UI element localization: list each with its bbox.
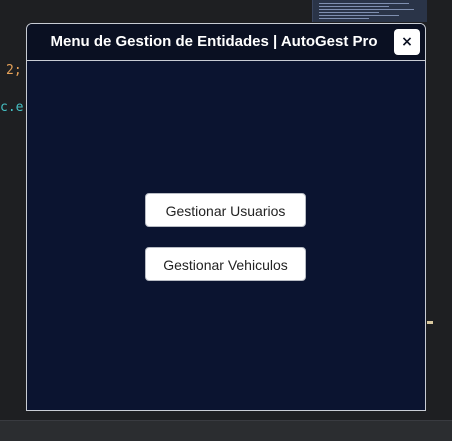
background-code-line: c.e xyxy=(0,100,24,115)
dialog-content: Gestionar Usuarios Gestionar Vehiculos xyxy=(27,61,425,410)
background-code-line: 2; xyxy=(6,63,22,78)
manage-users-button[interactable]: Gestionar Usuarios xyxy=(145,193,306,227)
dialog-titlebar[interactable]: Menu de Gestion de Entidades | AutoGest … xyxy=(27,24,425,61)
entity-management-dialog: Menu de Gestion de Entidades | AutoGest … xyxy=(26,23,426,411)
manage-vehicles-button[interactable]: Gestionar Vehiculos xyxy=(145,247,306,281)
editor-minimap[interactable] xyxy=(312,0,428,22)
scrollbar-marker xyxy=(427,321,433,324)
close-button[interactable]: × xyxy=(394,29,420,55)
close-icon: × xyxy=(401,34,413,50)
editor-scrollbar[interactable] xyxy=(427,0,452,420)
dialog-title: Menu de Gestion de Entidades | AutoGest … xyxy=(50,33,378,50)
status-bar xyxy=(0,420,452,441)
